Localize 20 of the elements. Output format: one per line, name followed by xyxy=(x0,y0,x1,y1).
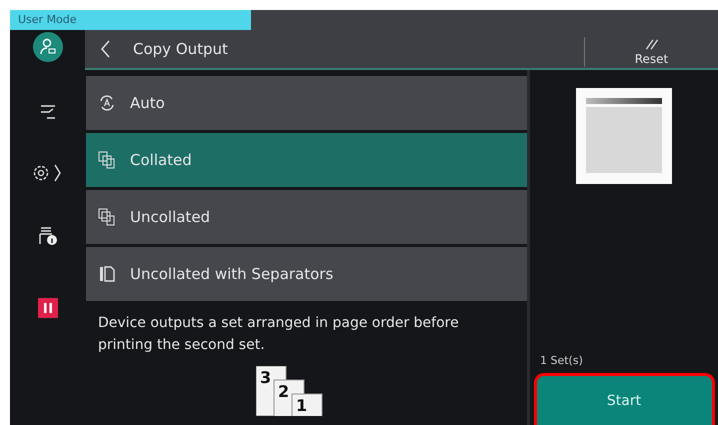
stacked-pages-icon xyxy=(98,151,116,169)
collated-pages-drawing: 3 2 1 xyxy=(256,366,346,416)
reset-icon xyxy=(644,38,660,51)
pause-icon[interactable] xyxy=(38,298,58,318)
start-button[interactable]: Start xyxy=(534,373,714,425)
stacked-pages-icon xyxy=(98,208,116,226)
option-description: Device outputs a set arranged in page order before printing the second set. xyxy=(98,314,460,355)
user-icon[interactable] xyxy=(32,32,62,62)
screen-title: Copy Output xyxy=(133,40,228,58)
reset-button[interactable]: Reset xyxy=(584,37,718,67)
set-count: 1 Set(s) xyxy=(540,354,583,367)
auto-icon xyxy=(98,94,116,112)
output-option[interactable]: Uncollated xyxy=(86,190,527,244)
mode-banner: User Mode xyxy=(10,10,251,30)
output-option[interactable]: Uncollated with Separators xyxy=(86,247,527,301)
transfer-icon[interactable] xyxy=(38,104,56,120)
printer-info-icon[interactable] xyxy=(38,226,58,246)
separator-pages-icon xyxy=(98,265,116,283)
output-option[interactable]: Collated xyxy=(86,133,527,187)
output-option[interactable]: Auto xyxy=(86,76,527,130)
